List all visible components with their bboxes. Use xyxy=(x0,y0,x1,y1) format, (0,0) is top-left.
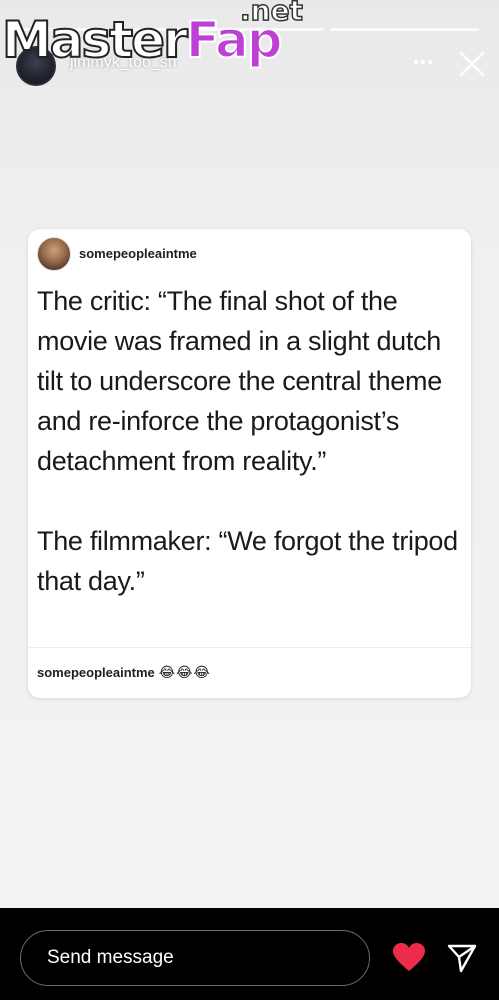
post-paragraph-filmmaker: The filmmaker: “We forgot the tripod tha… xyxy=(37,526,458,596)
more-icon[interactable] xyxy=(408,50,438,74)
post-card: somepeopleaintme The critic: “The final … xyxy=(28,229,471,698)
watermark-logo: MasterFap .net xyxy=(0,0,310,80)
send-icon[interactable] xyxy=(446,942,478,974)
post-avatar xyxy=(37,237,71,271)
reply-bar: Send message xyxy=(0,908,499,1000)
story-view[interactable]: jimmyk_too_sh MasterFap .net somepeoplea… xyxy=(0,0,499,908)
post-caption: somepeopleaintme 😂😂😂 xyxy=(37,664,211,681)
send-message-placeholder: Send message xyxy=(47,947,174,968)
caption-username: somepeopleaintme xyxy=(37,665,155,680)
post-username: somepeopleaintme xyxy=(79,246,197,261)
post-text: The critic: “The final shot of the movie… xyxy=(37,281,467,601)
post-paragraph-critic: The critic: “The final shot of the movie… xyxy=(37,286,442,476)
caption-emojis: 😂😂😂 xyxy=(158,664,211,680)
card-divider xyxy=(28,647,471,648)
watermark-master: Master xyxy=(1,10,189,70)
progress-segment xyxy=(330,28,479,31)
send-message-input[interactable]: Send message xyxy=(20,930,370,986)
heart-icon[interactable] xyxy=(392,942,426,974)
close-icon[interactable] xyxy=(456,48,488,80)
watermark-net: .net xyxy=(239,0,303,28)
